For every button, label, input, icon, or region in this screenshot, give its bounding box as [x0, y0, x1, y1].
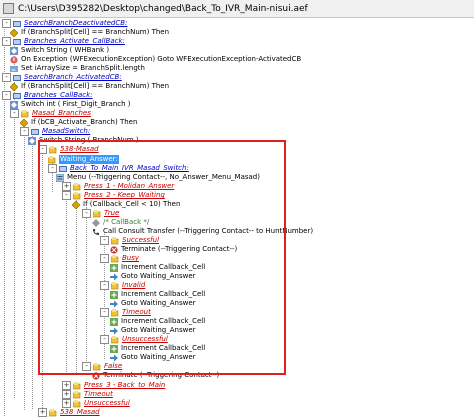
tree-node[interactable]: - SearchBranchDeactivatedCB:: [2, 19, 127, 28]
tree-guide-line: [32, 134, 33, 409]
collapse-toggle[interactable]: -: [2, 73, 11, 82]
flow-icon: [13, 38, 21, 46]
collapse-toggle[interactable]: -: [10, 109, 19, 118]
tree-node-label: MasadSwitch:: [42, 127, 91, 135]
tree-guide-line: [14, 98, 15, 398]
tree-node-label: SearchBranch_ActivatedCB:: [24, 73, 122, 81]
document-icon: [3, 3, 14, 14]
tree-node[interactable]: - Masad_Branches: [10, 109, 91, 118]
switch-icon: [10, 100, 18, 109]
tree-node[interactable]: If (BranchSplit[Cell] == BranchNum) Then: [10, 82, 169, 91]
expand-toggle[interactable]: +: [38, 408, 47, 417]
highlight-box: [38, 140, 286, 375]
tree-node-label: If (BranchSplit[Cell] == BranchNum) Then: [21, 82, 170, 90]
tree-node-label: Branches_Activate_CallBack:: [24, 37, 125, 45]
label-icon: [73, 390, 81, 399]
label-icon: [21, 109, 29, 118]
tree-node[interactable]: If (BranchSplit[Cell] == BranchNum) Then: [10, 28, 169, 37]
tree-node-label: If (BranchSplit[Cell] == BranchNum) Then: [21, 28, 170, 36]
window-titlebar: C:\Users\D395282\Desktop\changed\Back_To…: [0, 0, 474, 18]
expand-toggle[interactable]: +: [62, 381, 71, 390]
tree-node[interactable]: + Unsuccessful: [62, 399, 130, 408]
collapse-toggle[interactable]: -: [2, 19, 11, 28]
tree-node[interactable]: +538_Masad: [38, 408, 100, 417]
expand-toggle[interactable]: +: [62, 399, 71, 408]
collapse-toggle[interactable]: -: [2, 37, 11, 46]
tree-node-label: Switch String ( WHBank ): [21, 46, 110, 54]
if-icon: [10, 28, 18, 37]
if-icon: [20, 118, 28, 127]
tree-node-label: On Exception (WFExecutionException) Goto…: [21, 55, 302, 63]
tree-node[interactable]: = Set iArraySize = BranchSplit.length: [10, 64, 145, 73]
flow-icon: [13, 74, 21, 82]
tree-node[interactable]: On Exception (WFExecutionException) Goto…: [10, 55, 301, 64]
tree-node-label: 538_Masad: [60, 408, 100, 416]
label-icon: [49, 408, 57, 417]
tree-node[interactable]: - Branches_CallBack:: [2, 91, 93, 100]
tree-node-label: Masad_Branches: [32, 109, 91, 117]
tree-node-label: Unsuccessful: [84, 399, 130, 407]
switch-icon: [10, 46, 18, 55]
flow-icon: [13, 92, 21, 100]
exception-icon: [10, 55, 18, 64]
tree-node-label: Branches_CallBack:: [24, 91, 93, 99]
tree-node[interactable]: Switch String ( WHBank ): [10, 46, 109, 55]
tree-node[interactable]: - Branches_Activate_CallBack:: [2, 37, 125, 46]
tree-node-label: Switch int ( First_Digit_Branch ): [21, 100, 131, 108]
tree-node-label: Timeout: [84, 390, 113, 398]
tree-node[interactable]: Switch int ( First_Digit_Branch ): [10, 100, 131, 109]
tree-node-label: Press_3 - Back_to_Main: [84, 381, 166, 389]
switch-icon: [28, 136, 36, 145]
tree-node[interactable]: - SearchBranch_ActivatedCB:: [2, 73, 122, 82]
window-title: C:\Users\D395282\Desktop\changed\Back_To…: [18, 3, 308, 14]
tree-node-label: SearchBranchDeactivatedCB:: [24, 19, 128, 27]
label-icon: [73, 381, 81, 390]
tree-node[interactable]: + Timeout: [62, 390, 113, 399]
if-icon: [10, 82, 18, 91]
flow-icon: [31, 128, 39, 136]
tree-node[interactable]: - MasadSwitch:: [20, 127, 90, 136]
tree-node[interactable]: If (bCB_Activate_Branch) Then: [20, 118, 137, 127]
set-icon: =: [10, 65, 18, 73]
expand-toggle[interactable]: +: [62, 390, 71, 399]
flow-icon: [13, 20, 21, 28]
tree-node-label: Set iArraySize = BranchSplit.length: [21, 64, 145, 72]
collapse-toggle[interactable]: -: [2, 91, 11, 100]
collapse-toggle[interactable]: -: [20, 127, 29, 136]
tree-node[interactable]: + Press_3 - Back_to_Main: [62, 381, 165, 390]
svg-text:=: =: [11, 66, 16, 73]
tree-guide-line: [24, 125, 25, 410]
tree-guide-line: [4, 26, 5, 416]
tree-node-label: If (bCB_Activate_Branch) Then: [31, 118, 138, 126]
